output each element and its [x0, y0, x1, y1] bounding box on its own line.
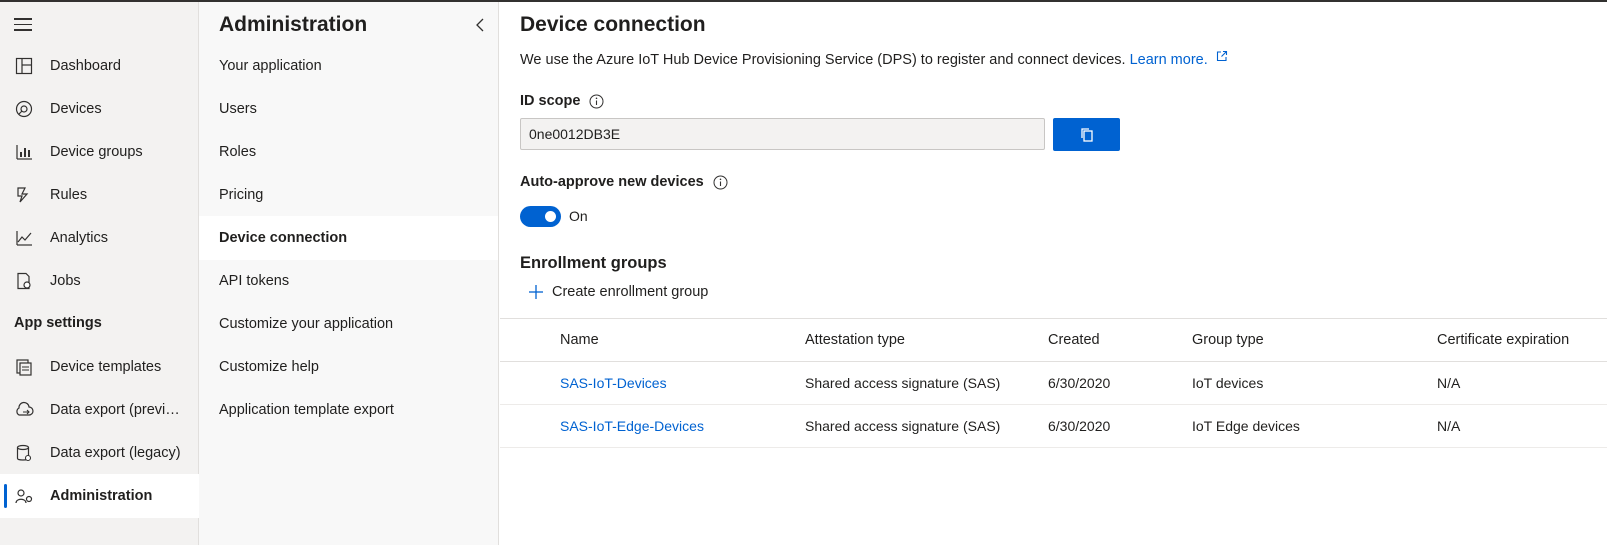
nav-item-label: Analytics [50, 230, 109, 246]
table-header: Name Attestation type Created Group type… [500, 318, 1607, 362]
data-export-legacy-icon [16, 444, 32, 462]
admin-item-roles[interactable]: Roles [199, 130, 498, 174]
nav-item-label: Device templates [50, 359, 162, 375]
column-header-group-type[interactable]: Group type [1192, 319, 1264, 361]
chevron-left-icon[interactable] [474, 18, 486, 32]
auto-approve-label-text: Auto-approve new devices [520, 174, 704, 190]
column-header-attestation-type[interactable]: Attestation type [805, 319, 905, 361]
learn-more-link[interactable]: Learn more. [1130, 52, 1208, 68]
id-scope-label: ID scope [520, 93, 604, 109]
nav-item-data-export-legacy[interactable]: Data export (legacy) [0, 431, 199, 475]
nav-item-label: Devices [50, 101, 102, 117]
analytics-icon [16, 231, 32, 246]
admin-title: Administration [219, 13, 368, 36]
attestation-type-cell: Shared access signature (SAS) [805, 418, 1001, 434]
create-enrollment-group-button[interactable]: Create enrollment group [528, 280, 708, 304]
jobs-icon [17, 272, 31, 290]
table-row[interactable]: SAS-IoT-Devices Shared access signature … [500, 362, 1607, 405]
rules-icon [17, 187, 29, 203]
group-type-cell: IoT devices [1192, 375, 1264, 391]
admin-item-pricing[interactable]: Pricing [199, 173, 498, 217]
page-title: Device connection [520, 13, 706, 36]
created-cell: 6/30/2020 [1048, 418, 1111, 434]
info-icon[interactable] [589, 94, 604, 109]
nav-item-jobs[interactable]: Jobs [0, 259, 199, 303]
nav-item-label: Device groups [50, 144, 143, 160]
administration-icon [15, 489, 33, 504]
toggle-state-label: On [569, 208, 588, 224]
admin-item-device-connection[interactable]: Device connection [199, 216, 498, 260]
nav-item-label: Dashboard [50, 58, 121, 74]
attestation-type-cell: Shared access signature (SAS) [805, 375, 1001, 391]
nav-item-label: Jobs [50, 273, 81, 289]
info-icon[interactable] [713, 175, 728, 190]
admin-item-your-application[interactable]: Your application [199, 44, 498, 88]
nav-item-devices[interactable]: Devices [0, 87, 199, 131]
nav-item-label: Data export (previe... [50, 402, 185, 418]
copy-button[interactable] [1053, 118, 1120, 151]
admin-item-template-export[interactable]: Application template export [199, 388, 498, 432]
nav-item-label: Administration [50, 488, 153, 504]
admin-item-customize-application[interactable]: Customize your application [199, 302, 498, 346]
id-scope-input[interactable] [520, 118, 1045, 150]
nav-item-analytics[interactable]: Analytics [0, 216, 199, 260]
nav-item-label: Data export (legacy) [50, 445, 181, 461]
group-type-cell: IoT Edge devices [1192, 418, 1300, 434]
admin-item-users[interactable]: Users [199, 87, 498, 131]
enrollment-groups-title: Enrollment groups [520, 254, 667, 272]
column-header-name[interactable]: Name [560, 319, 599, 361]
nav-item-data-export-preview[interactable]: Data export (previe... [0, 388, 199, 432]
page-description: We use the Azure IoT Hub Device Provisio… [520, 50, 1228, 68]
table-row[interactable]: SAS-IoT-Edge-Devices Shared access signa… [500, 405, 1607, 448]
auto-approve-label: Auto-approve new devices [520, 174, 728, 190]
nav-item-dashboard[interactable]: Dashboard [0, 44, 199, 88]
nav-item-label: Rules [50, 187, 88, 203]
admin-panel: Administration Your application Users Ro… [199, 2, 499, 545]
certificate-expiration-cell: N/A [1437, 418, 1461, 434]
auto-approve-toggle[interactable] [520, 206, 561, 227]
certificate-expiration-cell: N/A [1437, 375, 1461, 391]
created-cell: 6/30/2020 [1048, 375, 1111, 391]
external-link-icon[interactable] [1216, 50, 1228, 62]
left-nav: Dashboard Devices Device groups Rules An… [0, 2, 199, 545]
hamburger-menu-icon[interactable] [14, 18, 32, 32]
nav-item-device-templates[interactable]: Device templates [0, 345, 199, 389]
nav-section-app-settings: App settings [14, 315, 102, 331]
id-scope-label-text: ID scope [520, 93, 581, 109]
create-enrollment-group-label: Create enrollment group [552, 284, 709, 300]
data-export-icon [16, 401, 34, 416]
dashboard-icon [15, 57, 33, 75]
description-text: We use the Azure IoT Hub Device Provisio… [520, 52, 1126, 68]
group-name-link[interactable]: SAS-IoT-Edge-Devices [560, 405, 704, 447]
copy-icon [1080, 127, 1093, 142]
active-indicator [4, 484, 7, 508]
toggle-knob [545, 211, 556, 222]
devices-icon [15, 100, 33, 118]
nav-item-device-groups[interactable]: Device groups [0, 130, 199, 174]
device-templates-icon [16, 359, 32, 376]
column-header-created[interactable]: Created [1048, 319, 1100, 361]
column-header-certificate-expiration[interactable]: Certificate expiration [1437, 319, 1569, 361]
group-name-link[interactable]: SAS-IoT-Devices [560, 362, 667, 404]
admin-item-customize-help[interactable]: Customize help [199, 345, 498, 389]
nav-item-administration[interactable]: Administration [0, 474, 199, 518]
device-groups-icon [16, 145, 32, 160]
admin-item-api-tokens[interactable]: API tokens [199, 259, 498, 303]
nav-item-rules[interactable]: Rules [0, 173, 199, 217]
enrollment-groups-table: Name Attestation type Created Group type… [500, 318, 1607, 448]
plus-icon [529, 285, 543, 299]
main-content: Device connection We use the Azure IoT H… [500, 2, 1607, 545]
